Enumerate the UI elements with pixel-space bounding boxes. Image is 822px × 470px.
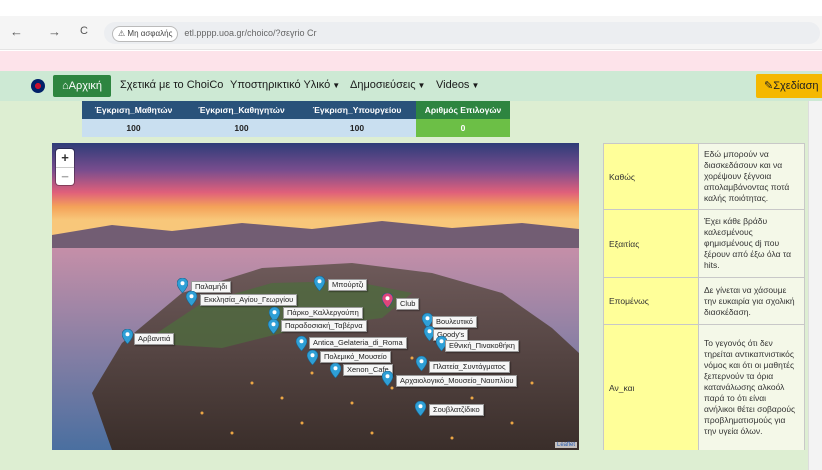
nav-item-label: Υποστηρικτικό Υλικό xyxy=(230,79,331,91)
map-marker-label[interactable]: Σουβλατζίδικο xyxy=(429,404,484,416)
table-row: Καθώς Εδώ μπορούν να διασκεδάσουν και να… xyxy=(603,143,805,210)
home-button[interactable]: ⌂Αρχική xyxy=(53,75,111,97)
connector-cell: Καθώς xyxy=(603,143,699,210)
map-view[interactable]: + − Παλαμήδι Εκκλησία_Αγίου_Γεωργίου Μπούρ… xyxy=(52,143,579,450)
nav-item-label: Σχετικά με το ChoiCo xyxy=(120,79,224,91)
connector-cell: Αν_και xyxy=(603,324,699,451)
map-marker-icon[interactable] xyxy=(296,336,307,351)
table-cell: 100 xyxy=(298,119,416,137)
nav-item-label: Δημοσιεύσεις xyxy=(350,79,416,91)
map-marker-label[interactable]: Antica_Gelateria_di_Roma xyxy=(309,337,407,349)
edit-icon: ✎ xyxy=(764,80,774,92)
caret-down-icon: ▼ xyxy=(417,81,426,90)
address-bar[interactable]: ⚠ Μη ασφαλής etl.pppp.uoa.gr/choico/?σεγr… xyxy=(104,22,820,44)
warning-icon: ⚠ xyxy=(118,29,126,38)
map-marker-label[interactable]: Παλαμήδι xyxy=(191,281,232,293)
back-button[interactable]: ← xyxy=(10,24,23,39)
map-marker-label[interactable]: Club xyxy=(396,298,420,310)
column-header: Αριθμός Επιλογών xyxy=(416,101,510,119)
nav-item-videos[interactable]: Videos ▼ xyxy=(436,79,479,91)
nav-item-about[interactable]: Σχετικά με το ChoiCo xyxy=(120,79,223,91)
table-cell: 100 xyxy=(82,119,185,137)
security-indicator[interactable]: ⚠ Μη ασφαλής xyxy=(112,26,179,42)
zoom-control: + − xyxy=(56,149,74,185)
scrollbar[interactable] xyxy=(808,101,822,470)
table-cell: 100 xyxy=(185,119,298,137)
map-background-image xyxy=(52,143,579,450)
map-marker-icon[interactable] xyxy=(268,319,279,334)
description-cell: Εδώ μπορούν να διασκεδάσουν και να χορέψ… xyxy=(698,143,805,210)
language-flag-icon[interactable] xyxy=(31,79,45,93)
map-marker-icon[interactable] xyxy=(416,356,427,371)
map-marker-icon[interactable] xyxy=(415,401,426,416)
map-marker-label[interactable]: Αρβανιτιά xyxy=(134,333,175,345)
browser-toolbar: ← → C ⚠ Μη ασφαλής etl.pppp.uoa.gr/choico… xyxy=(0,16,822,50)
caret-down-icon: ▼ xyxy=(471,81,480,90)
forward-button[interactable]: → xyxy=(48,24,61,39)
design-label: Σχεδίαση xyxy=(773,80,819,92)
map-marker-label[interactable]: Πάρκο_Καλλεργούπη xyxy=(283,307,363,319)
table-row: Επομένως Δε γίνεται να χάσουμε την ευκαι… xyxy=(603,277,805,325)
map-marker-icon[interactable] xyxy=(382,293,393,308)
map-marker-icon[interactable] xyxy=(314,276,325,291)
map-marker-label[interactable]: Βουλευτικό xyxy=(432,316,477,328)
map-marker-label[interactable]: Εκκλησία_Αγίου_Γεωργίου xyxy=(200,294,298,306)
map-marker-label[interactable]: Μπούρτζι xyxy=(328,279,368,291)
map-marker-icon[interactable] xyxy=(122,329,133,344)
zoom-in-button[interactable]: + xyxy=(56,149,74,167)
description-cell: Το γεγονός ότι δεν τηρείται αντικαπνιστι… xyxy=(698,324,805,451)
column-header: Έγκριση_Μαθητών xyxy=(82,101,185,119)
map-marker-icon[interactable] xyxy=(330,363,341,378)
page-footer xyxy=(0,450,808,470)
approval-table: Έγκριση_Μαθητών Έγκριση_Καθηγητών Έγκρισ… xyxy=(82,101,510,137)
map-marker-label[interactable]: Αρχαιολογικό_Μουσείο_Ναυπλίου xyxy=(396,375,518,387)
map-marker-label[interactable]: Πολεμικό_Μουσείο xyxy=(320,351,391,363)
design-button[interactable]: ✎Σχεδίαση xyxy=(756,74,822,98)
connector-cell: Εξαιτίας xyxy=(603,209,699,278)
description-cell: Έχει κάθε βράδυ καλεσμένους φημισμένους … xyxy=(698,209,805,278)
nav-item-publications[interactable]: Δημοσιεύσεις ▼ xyxy=(350,79,425,91)
table-cell: 0 xyxy=(416,119,510,137)
map-marker-label[interactable]: Πλατεία_Συντάγματος xyxy=(429,361,510,373)
caret-down-icon: ▼ xyxy=(332,81,341,90)
map-marker-label[interactable]: Εθνική_Πινακοθήκη xyxy=(445,340,519,352)
connector-table: Καθώς Εδώ μπορούν να διασκεδάσουν και να… xyxy=(603,143,805,451)
description-cell: Δε γίνεται να χάσουμε την ευκαιρία για σ… xyxy=(698,277,805,325)
map-marker-icon[interactable] xyxy=(186,291,197,306)
nav-item-label: Videos xyxy=(436,79,470,91)
map-marker-icon[interactable] xyxy=(382,371,393,386)
home-label: Αρχική xyxy=(68,80,103,92)
map-attribution[interactable]: Leaflet xyxy=(554,442,577,448)
map-marker-icon[interactable] xyxy=(307,350,318,365)
table-row: Εξαιτίας Έχει κάθε βράδυ καλεσμένους φημ… xyxy=(603,209,805,278)
table-row: Αν_και Το γεγονός ότι δεν τηρείται αντικ… xyxy=(603,324,805,451)
column-header: Έγκριση_Υπουργείου xyxy=(298,101,416,119)
map-marker-label[interactable]: Παραδοσιακή_Ταβέρνα xyxy=(281,320,367,332)
url-text: etl.pppp.uoa.gr/choico/?σεγrio Cr xyxy=(184,28,317,38)
nav-item-support-material[interactable]: Υποστηρικτικό Υλικό ▼ xyxy=(230,79,340,91)
zoom-out-button[interactable]: − xyxy=(56,167,74,185)
connector-cell: Επομένως xyxy=(603,277,699,325)
column-header: Έγκριση_Καθηγητών xyxy=(185,101,298,119)
approval-value-row: 100 100 100 0 xyxy=(82,119,510,137)
site-navbar: ⌂Αρχική Σχετικά με το ChoiCo Υποστηρικτι… xyxy=(0,71,822,101)
home-icon: ⌂ xyxy=(61,80,69,92)
approval-header-row: Έγκριση_Μαθητών Έγκριση_Καθηγητών Έγκρισ… xyxy=(82,101,510,119)
insecure-label: Μη ασφαλής xyxy=(127,29,173,38)
reload-button[interactable]: C xyxy=(80,25,88,37)
notice-strip xyxy=(0,51,822,71)
